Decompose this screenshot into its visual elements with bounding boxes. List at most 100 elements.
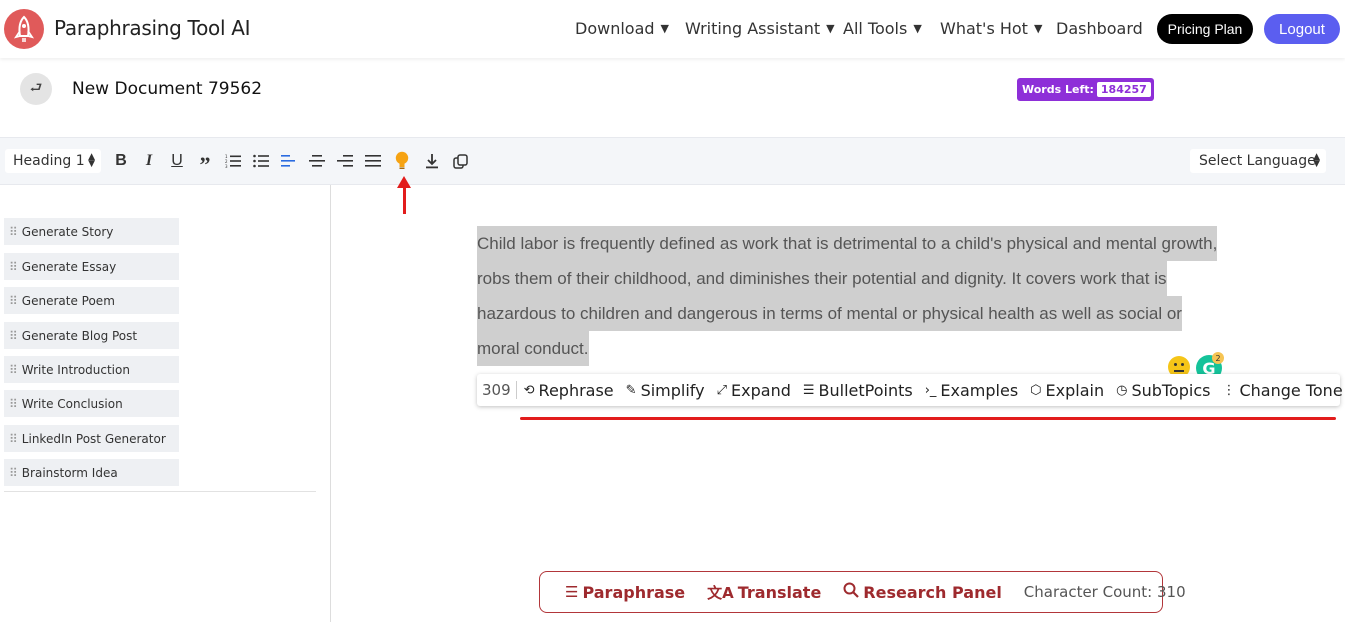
subtopics-button[interactable]: ◷ SubTopics (1116, 381, 1210, 400)
cube-icon: ⬡ (1030, 382, 1042, 398)
research-panel-button[interactable]: Research Panel (843, 582, 1002, 602)
selected-text[interactable]: Child labor is frequently defined as wor… (477, 226, 1218, 366)
selection-word-count: 309 (477, 381, 517, 399)
pencil-icon: ✎ (625, 382, 637, 398)
caret-down-icon: ▼ (826, 22, 835, 35)
document-title[interactable]: New Document 79562 (72, 79, 262, 99)
annotation-underline (520, 417, 1336, 420)
heading-select-value: Heading 1 (13, 153, 85, 169)
examples-label: Examples (940, 380, 1019, 400)
sidebar-item-write-introduction[interactable]: ⠿ Write Introduction (4, 356, 179, 383)
examples-button[interactable]: ›_ Examples (925, 381, 1018, 400)
subtopics-label: SubTopics (1131, 380, 1211, 400)
change-tone-button[interactable]: ⋮ Change Tone (1222, 381, 1342, 400)
sidebar-item-generate-story[interactable]: ⠿ Generate Story (4, 218, 179, 245)
terminal-icon: ›_ (924, 382, 937, 398)
align-right-icon[interactable] (334, 150, 356, 172)
words-left-badge: Words Left: 184257 (1017, 78, 1154, 101)
nav-whats-hot[interactable]: What's Hot ▼ (940, 19, 1042, 38)
drag-handle-icon[interactable]: ⠿ (9, 466, 18, 480)
expand-button[interactable]: ⤢ Expand (717, 381, 791, 400)
back-button[interactable]: ⮐ (20, 73, 52, 105)
align-center-icon[interactable] (306, 150, 328, 172)
language-select[interactable]: Select Language ▲ ▼ (1190, 149, 1326, 173)
nav-all-tools[interactable]: All Tools ▼ (843, 19, 922, 38)
drag-handle-icon[interactable]: ⠿ (9, 225, 18, 239)
download-icon[interactable] (421, 150, 443, 172)
sidebar-item-label: Brainstorm Idea (21, 465, 118, 480)
select-arrows-icon: ▲ ▼ (88, 152, 95, 169)
sidebar-item-label: Generate Blog Post (21, 328, 138, 343)
translate-label: Translate (737, 582, 822, 602)
bold-icon[interactable]: B (110, 150, 132, 172)
words-left-count: 184257 (1096, 82, 1151, 97)
rephrase-label: Rephrase (538, 380, 614, 400)
paraphrase-button[interactable]: ☰ Paraphrase (565, 583, 685, 602)
search-icon (843, 582, 860, 602)
bullet-list-icon[interactable] (250, 150, 272, 172)
bulletpoints-button[interactable]: ☰ BulletPoints (803, 381, 913, 400)
sidebar-item-generate-poem[interactable]: ⠿ Generate Poem (4, 287, 179, 314)
brand-name[interactable]: Paraphrasing Tool AI (54, 16, 251, 40)
drag-handle-icon[interactable]: ⠿ (9, 432, 18, 446)
drag-handle-icon[interactable]: ⠿ (9, 363, 18, 377)
nav-dashboard[interactable]: Dashboard (1056, 19, 1143, 38)
nav-dashboard-label: Dashboard (1056, 19, 1143, 38)
rephrase-button[interactable]: ⟲ Rephrase (524, 381, 614, 400)
sidebar-item-write-conclusion[interactable]: ⠿ Write Conclusion (4, 390, 179, 417)
translate-icon: 文A (707, 583, 734, 602)
explain-label: Explain (1045, 380, 1105, 400)
sidebar-item-linkedin-post-generator[interactable]: ⠿ LinkedIn Post Generator (4, 425, 179, 452)
return-icon: ⮐ (29, 80, 43, 96)
drag-handle-icon[interactable]: ⠿ (9, 397, 18, 411)
simplify-label: Simplify (640, 380, 705, 400)
drag-handle-icon[interactable]: ⠿ (9, 294, 18, 308)
drag-handle-icon[interactable]: ⠿ (9, 260, 18, 274)
quote-icon[interactable]: ” (194, 150, 216, 177)
bottom-action-panel: ☰ Paraphrase 文A Translate Research Panel C… (539, 571, 1186, 613)
select-arrows-icon: ▲ ▼ (1313, 152, 1320, 169)
paraphrase-icon: ☰ (565, 583, 579, 601)
sidebar-item-brainstorm-idea[interactable]: ⠿ Brainstorm Idea (4, 459, 179, 486)
caret-down-icon: ▼ (1033, 22, 1043, 35)
drag-handle-icon[interactable]: ⠿ (9, 329, 18, 343)
align-left-icon[interactable] (278, 150, 300, 172)
change-tone-label: Change Tone (1239, 380, 1343, 400)
heading-select[interactable]: Heading 1 ▲ ▼ (5, 149, 101, 173)
ai-action-bar: 309 ⟲ Rephrase ✎ Simplify ⤢ Expand ☰ BulletP… (477, 374, 1343, 406)
expand-label: Expand (731, 380, 791, 400)
underline-icon[interactable]: U (166, 150, 188, 172)
caret-down-icon: ▼ (660, 22, 669, 35)
italic-icon[interactable]: I (138, 150, 160, 172)
bulletpoints-label: BulletPoints (818, 380, 913, 400)
logo-icon[interactable] (4, 9, 44, 49)
nav-writing-assistant[interactable]: Writing Assistant ▼ (685, 19, 835, 38)
research-panel-label: Research Panel (863, 582, 1002, 602)
nav-download[interactable]: Download ▼ (575, 19, 669, 38)
editor-content[interactable]: Child labor is frequently defined as wor… (477, 226, 1227, 366)
sidebar-divider (330, 185, 331, 622)
logout-button[interactable]: Logout (1264, 14, 1340, 44)
translate-button[interactable]: 文A Translate (707, 582, 821, 603)
pricing-plan-button[interactable]: Pricing Plan (1157, 14, 1253, 44)
copy-icon[interactable] (449, 150, 471, 172)
svg-text:3: 3 (225, 164, 228, 168)
explain-button[interactable]: ⬡ Explain (1030, 381, 1104, 400)
sidebar-separator (4, 491, 316, 492)
nav-whats-hot-label: What's Hot (940, 19, 1028, 38)
clock-icon: ◷ (1116, 382, 1128, 398)
simplify-button[interactable]: ✎ Simplify (626, 381, 705, 400)
words-left-label: Words Left: (1022, 83, 1094, 96)
caret-down-icon: ▼ (913, 22, 922, 35)
sidebar-item-generate-essay[interactable]: ⠿ Generate Essay (4, 253, 179, 280)
paraphrase-label: Paraphrase (582, 582, 686, 602)
rephrase-icon: ⟲ (523, 382, 535, 398)
ordered-list-icon[interactable]: 123 (222, 150, 244, 172)
nav-all-tools-label: All Tools (843, 19, 908, 38)
align-justify-icon[interactable] (362, 150, 384, 172)
lightbulb-icon[interactable] (391, 150, 413, 172)
sidebar-item-generate-blog-post[interactable]: ⠿ Generate Blog Post (4, 322, 179, 349)
character-count: Character Count: 310 (1023, 583, 1186, 601)
nav-download-label: Download (575, 19, 655, 38)
sidebar-item-label: Write Conclusion (21, 396, 123, 411)
